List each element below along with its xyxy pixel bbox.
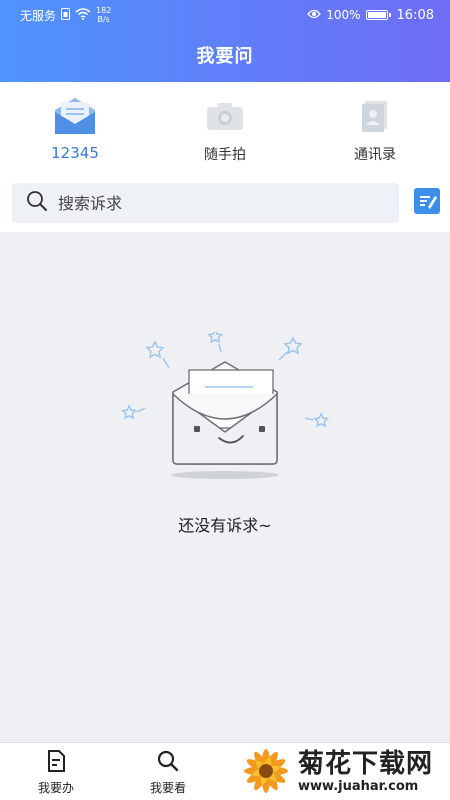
edit-icon: [420, 196, 437, 209]
clock-time: 16:08: [396, 7, 434, 23]
carrier-text: 无服务: [20, 8, 57, 23]
watermark-name: 菊花下载网: [298, 748, 434, 779]
network-speed: 182 B/s: [96, 6, 112, 24]
tab-contacts[interactable]: 通讯录: [300, 82, 450, 174]
watermark: 菊花下载网 www.juahar.com: [240, 742, 450, 800]
nav-label: 我要看: [149, 781, 186, 795]
document-icon: [44, 749, 68, 777]
tab-snapshot[interactable]: 随手拍: [150, 82, 300, 174]
eye-icon: [307, 8, 322, 22]
compose-button[interactable]: [414, 188, 440, 214]
category-tabs: 12345 随手拍 通讯录: [0, 82, 450, 174]
flower-logo-icon: [244, 749, 288, 793]
wifi-icon: [75, 7, 91, 23]
status-bar: 无服务 182 B/s 100% 16:08: [0, 0, 450, 30]
sim-icon: [61, 7, 71, 23]
empty-state: 还没有诉求~: [0, 232, 450, 742]
search-icon: [156, 749, 180, 777]
battery-percent: 100%: [326, 8, 361, 22]
tab-label: 随手拍: [204, 147, 246, 163]
empty-envelope-illustration: [121, 332, 330, 479]
search-bar: [0, 174, 450, 232]
watermark-url: www.juahar.com: [298, 778, 419, 794]
search-box[interactable]: [12, 183, 399, 223]
search-input[interactable]: [58, 193, 358, 213]
tab-12345[interactable]: 12345: [0, 82, 150, 174]
contacts-icon: [351, 96, 399, 136]
nav-item-todo[interactable]: 我要办: [0, 743, 112, 800]
battery-icon: [365, 10, 391, 20]
search-icon: [26, 190, 48, 216]
nav-item-view[interactable]: 我要看: [112, 743, 224, 800]
camera-icon: [201, 96, 249, 136]
tab-label: 12345: [51, 144, 99, 162]
mail-icon: [51, 96, 99, 136]
page-title: 我要问: [196, 46, 254, 67]
nav-label: 我要办: [37, 781, 74, 795]
empty-message: 还没有诉求~: [178, 516, 272, 535]
app-header: 无服务 182 B/s 100% 16:08 我要问: [0, 0, 450, 82]
tab-label: 通讯录: [354, 147, 396, 163]
